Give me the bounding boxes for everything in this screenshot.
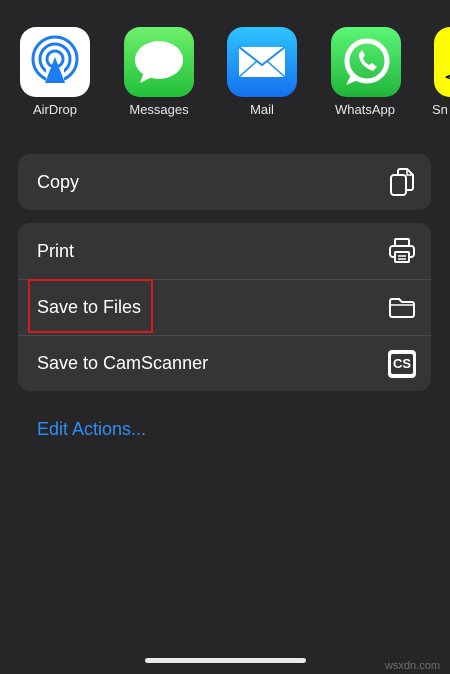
print-action[interactable]: Print bbox=[18, 223, 431, 279]
save-to-camscanner-action[interactable]: Save to CamScanner CS bbox=[18, 335, 431, 391]
save-to-files-action[interactable]: Save to Files bbox=[18, 279, 431, 335]
share-app-label: AirDrop bbox=[32, 102, 78, 117]
actions-group-main: Print Save to Files Save to CamScanner C… bbox=[18, 223, 431, 391]
copy-icon bbox=[387, 167, 417, 197]
edit-actions-link[interactable]: Edit Actions... bbox=[37, 419, 146, 440]
copy-action-label: Copy bbox=[37, 171, 80, 192]
share-app-row: AirDrop Messages Mail WhatsApp Sn bbox=[0, 0, 450, 130]
share-app-label: Sn bbox=[432, 102, 448, 117]
share-app-label: Messages bbox=[129, 102, 189, 117]
whatsapp-icon bbox=[331, 27, 401, 97]
home-indicator[interactable] bbox=[145, 658, 306, 663]
share-app-label: WhatsApp bbox=[335, 102, 395, 117]
messages-icon bbox=[124, 27, 194, 97]
actions-group-copy: Copy bbox=[18, 154, 431, 210]
folder-icon bbox=[387, 293, 417, 323]
save-to-files-label: Save to Files bbox=[37, 297, 142, 317]
camscanner-icon: CS bbox=[387, 349, 417, 379]
mail-icon bbox=[227, 27, 297, 97]
camscanner-icon-text: CS bbox=[391, 353, 413, 374]
share-app-label: Mail bbox=[250, 102, 274, 117]
airdrop-icon bbox=[20, 27, 90, 97]
snapchat-icon bbox=[434, 27, 450, 97]
save-to-camscanner-label: Save to CamScanner bbox=[37, 353, 209, 373]
watermark: wsxdn.com bbox=[384, 660, 440, 672]
print-action-label: Print bbox=[37, 240, 75, 261]
printer-icon bbox=[387, 236, 417, 266]
copy-action[interactable]: Copy bbox=[18, 154, 431, 210]
